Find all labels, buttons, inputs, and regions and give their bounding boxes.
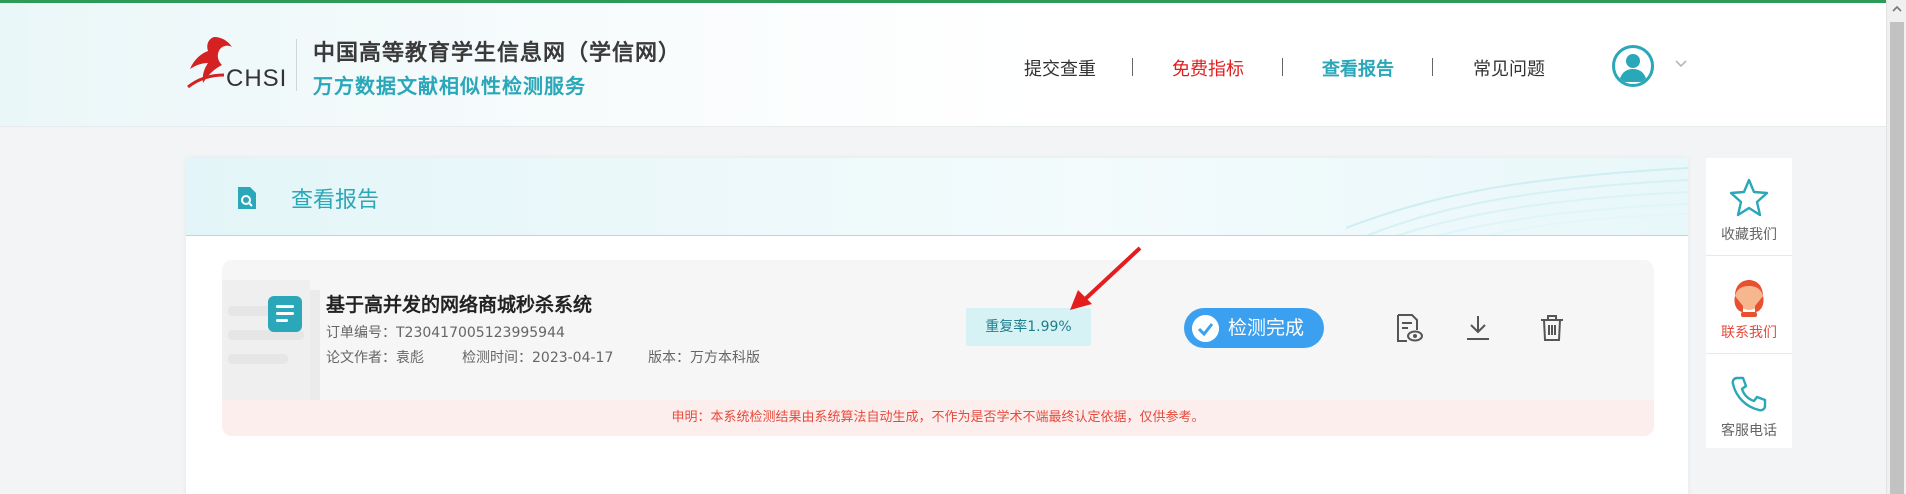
decorative-waves xyxy=(1346,167,1688,235)
chsi-logo[interactable]: CHSI xyxy=(184,33,304,95)
time-value: 2023-04-17 xyxy=(532,350,614,366)
chevron-down-icon[interactable] xyxy=(1673,55,1689,71)
view-report-icon[interactable] xyxy=(1392,312,1424,344)
side-divider xyxy=(1706,255,1792,256)
side-float-bar: 收藏我们 联系我们 客服电话 xyxy=(1706,158,1792,448)
status-badge: 检测完成 xyxy=(1184,308,1324,348)
nav-separator xyxy=(1132,58,1133,76)
panel-title: 查看报告 xyxy=(291,188,380,213)
nav-submit-check[interactable]: 提交查重 xyxy=(1024,55,1096,81)
page-scrollbar[interactable] xyxy=(1886,0,1906,494)
brand-title: 中国高等教育学生信息网（学信网） xyxy=(313,41,682,66)
service-phone-button[interactable]: 客服电话 xyxy=(1706,362,1792,458)
phone-icon xyxy=(1731,376,1767,412)
order-number: 订单编号：T230417005123995944 xyxy=(326,322,565,342)
version-value: 万方本科版 xyxy=(690,350,760,366)
logo-text: CHSI xyxy=(226,65,288,92)
author-value: 袁彪 xyxy=(396,350,424,366)
contact-label: 联系我们 xyxy=(1721,325,1777,341)
author-info: 论文作者：袁彪 xyxy=(326,347,424,367)
panel-header: 查看报告 xyxy=(186,158,1688,236)
side-divider xyxy=(1706,353,1792,354)
order-label: 订单编号： xyxy=(326,325,396,341)
favorite-label: 收藏我们 xyxy=(1721,227,1777,243)
report-panel: 查看报告 基于高并发的网络商城秒杀系统 订单编号：T23041700512399… xyxy=(186,158,1688,494)
check-time-info: 检测时间：2023-04-17 xyxy=(462,347,613,367)
trash-icon[interactable] xyxy=(1536,312,1568,344)
favorite-us-button[interactable]: 收藏我们 xyxy=(1706,166,1792,262)
document-icon xyxy=(268,296,302,332)
author-label: 论文作者： xyxy=(326,350,396,366)
scrollbar-thumb[interactable] xyxy=(1890,22,1904,494)
paper-title: 基于高并发的网络商城秒杀系统 xyxy=(326,294,593,316)
star-icon xyxy=(1729,178,1769,217)
phone-label: 客服电话 xyxy=(1721,423,1777,439)
report-search-icon xyxy=(238,187,256,209)
disclaimer-text: 申明：本系统检测结果由系统算法自动生成，不作为是否学术不端最终认定依据，仅供参考… xyxy=(222,400,1654,436)
nav-view-report[interactable]: 查看报告 xyxy=(1322,55,1394,81)
order-value: T230417005123995944 xyxy=(396,325,565,341)
customer-service-icon xyxy=(1734,280,1764,317)
logo-divider xyxy=(296,39,297,91)
brand-subtitle: 万方数据文献相似性检测服务 xyxy=(313,74,586,98)
nav-separator xyxy=(1282,58,1283,76)
status-text: 检测完成 xyxy=(1228,317,1305,339)
nav-faq[interactable]: 常见问题 xyxy=(1473,55,1545,81)
red-arrow-annotation xyxy=(1070,246,1142,310)
download-icon[interactable] xyxy=(1462,312,1494,344)
report-card: 基于高并发的网络商城秒杀系统 订单编号：T230417005123995944 … xyxy=(222,260,1654,436)
nav-free-metrics[interactable]: 免费指标 xyxy=(1172,55,1244,81)
scroll-up-arrow-icon[interactable] xyxy=(1891,4,1903,14)
version-label: 版本： xyxy=(648,350,690,366)
nav-separator xyxy=(1432,58,1433,76)
contact-us-button[interactable]: 联系我们 xyxy=(1706,264,1792,360)
time-label: 检测时间： xyxy=(462,350,532,366)
site-header: CHSI 中国高等教育学生信息网（学信网） 万方数据文献相似性检测服务 提交查重… xyxy=(0,3,1886,127)
version-info: 版本：万方本科版 xyxy=(648,347,760,367)
check-circle-icon xyxy=(1192,315,1219,342)
user-avatar-icon[interactable] xyxy=(1612,45,1654,87)
